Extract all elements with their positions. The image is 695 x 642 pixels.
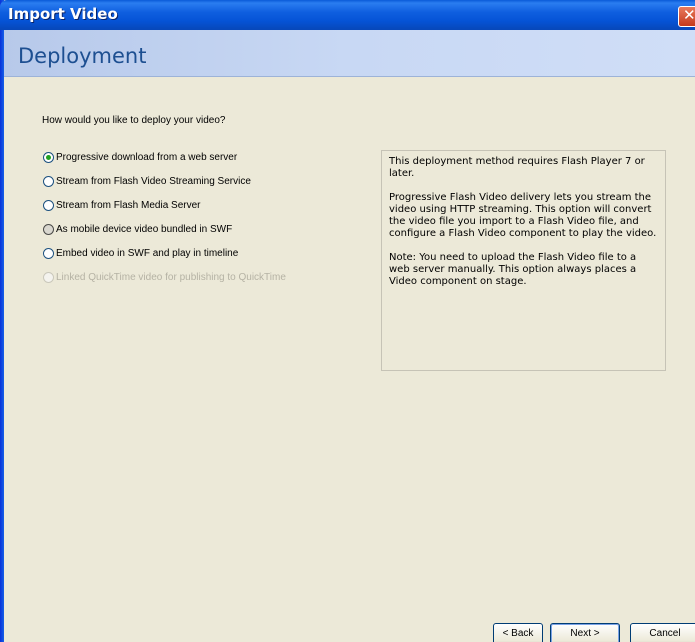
option-label: As mobile device video bundled in SWF bbox=[56, 223, 233, 235]
radio-disabled-icon bbox=[43, 271, 54, 283]
description-requirement: This deployment method requires Flash Pl… bbox=[389, 156, 645, 179]
option-flash-video-streaming-service[interactable]: Stream from Flash Video Streaming Servic… bbox=[43, 174, 251, 188]
next-button[interactable]: Next > bbox=[550, 623, 620, 642]
option-label: Stream from Flash Media Server bbox=[56, 199, 201, 211]
title-bar[interactable]: Import Video ✕ bbox=[0, 0, 695, 30]
option-embed-in-swf[interactable]: Embed video in SWF and play in timeline bbox=[43, 246, 238, 260]
option-label: Embed video in SWF and play in timeline bbox=[56, 247, 239, 259]
description-note: Note: You need to upload the Flash Video… bbox=[389, 252, 637, 287]
radio-selected-icon[interactable] bbox=[43, 151, 54, 163]
option-label: Linked QuickTime video for publishing to… bbox=[56, 271, 286, 283]
radio-icon[interactable] bbox=[43, 247, 54, 259]
description-details: Progressive Flash Video delivery lets yo… bbox=[389, 192, 657, 239]
radio-icon[interactable] bbox=[43, 223, 54, 235]
window-title: Import Video bbox=[8, 5, 118, 23]
option-mobile-device-swf[interactable]: As mobile device video bundled in SWF bbox=[43, 222, 232, 236]
option-label: Progressive download from a web server bbox=[56, 151, 238, 163]
option-linked-quicktime: Linked QuickTime video for publishing to… bbox=[43, 270, 286, 284]
step-header: Deployment bbox=[4, 30, 695, 77]
option-progressive-download[interactable]: Progressive download from a web server bbox=[43, 150, 237, 164]
back-button[interactable]: < Back bbox=[493, 623, 543, 642]
radio-icon[interactable] bbox=[43, 175, 54, 187]
cancel-button[interactable]: Cancel bbox=[630, 623, 695, 642]
step-title: Deployment bbox=[18, 44, 147, 68]
deploy-question: How would you like to deploy your video? bbox=[42, 115, 226, 126]
radio-icon[interactable] bbox=[43, 199, 54, 211]
close-icon: ✕ bbox=[683, 6, 695, 24]
window-frame bbox=[0, 0, 4, 642]
description-panel: This deployment method requires Flash Pl… bbox=[381, 150, 666, 371]
import-video-dialog: Import Video ✕ Deployment How would you … bbox=[0, 0, 695, 642]
option-label: Stream from Flash Video Streaming Servic… bbox=[56, 175, 251, 187]
close-button[interactable]: ✕ bbox=[678, 6, 695, 27]
option-flash-media-server[interactable]: Stream from Flash Media Server bbox=[43, 198, 201, 212]
